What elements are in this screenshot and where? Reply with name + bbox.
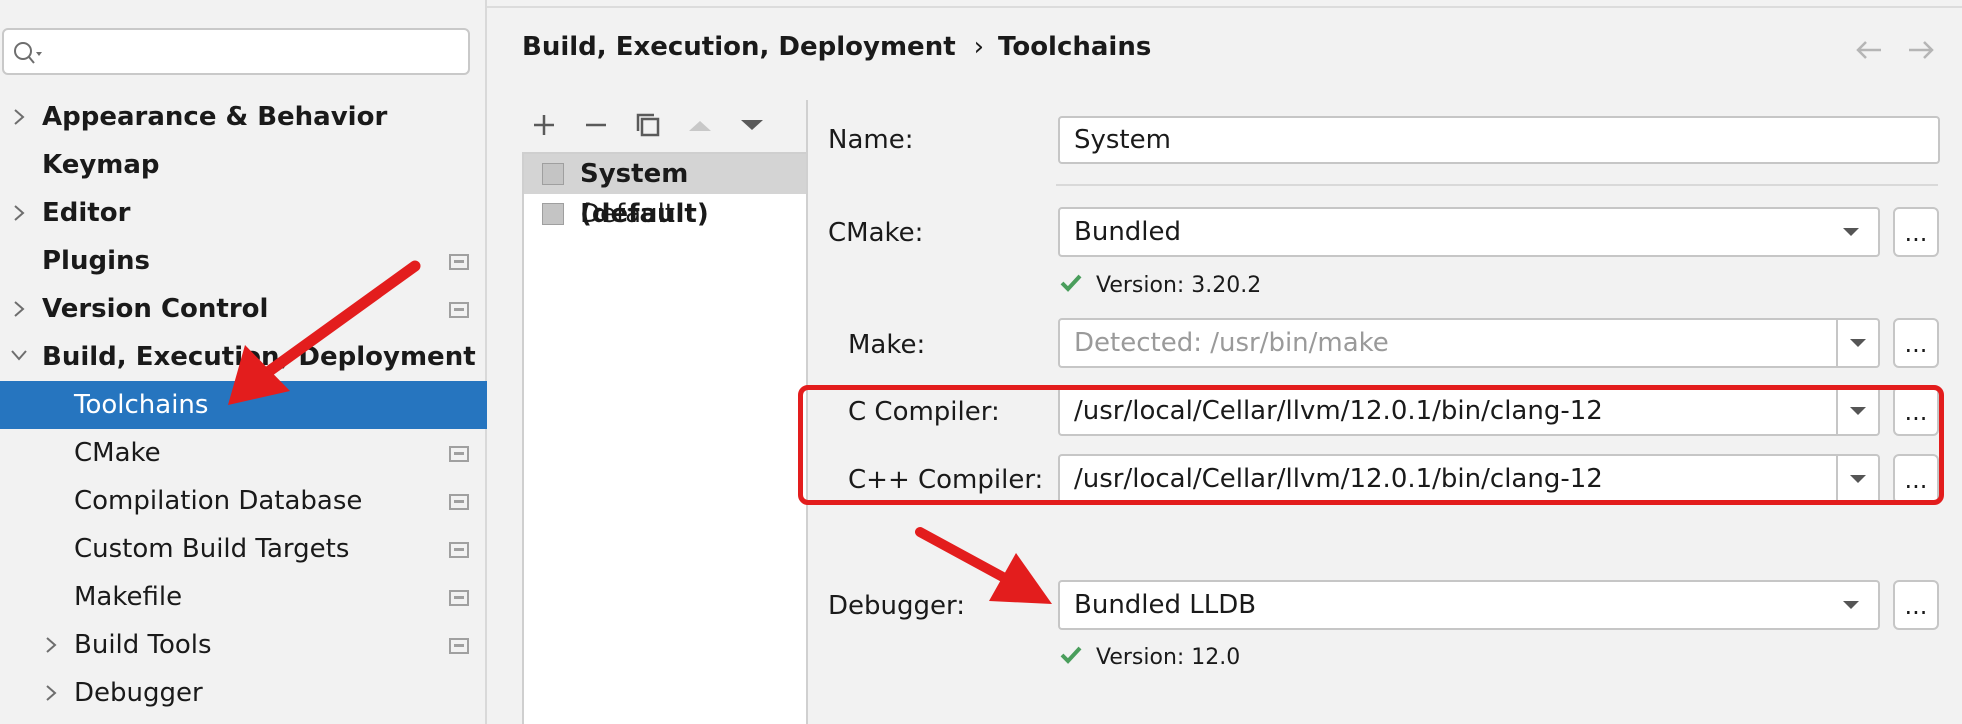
cmake-label: CMake: [828,218,924,248]
window-top-border [487,0,1962,8]
forward-arrow-icon[interactable] [1906,38,1936,62]
sidebar-item-version-control[interactable]: Version Control [0,285,487,333]
checkmark-icon [1060,646,1082,664]
remove-icon[interactable] [576,105,616,145]
chevron-down-icon [1824,209,1878,255]
chevron-down-icon [11,350,27,361]
make-browse-button[interactable]: ... [1893,318,1939,368]
move-up-icon[interactable] [680,105,720,145]
toolchain-icon [542,203,564,225]
sidebar-item-plugins[interactable]: Plugins [0,237,487,285]
make-field-placeholder: Detected: /usr/bin/make [1074,328,1389,358]
chevron-right-icon [14,205,25,221]
back-arrow-icon[interactable] [1854,38,1884,62]
project-settings-icon [449,590,469,606]
settings-search-input[interactable] [2,28,470,75]
sidebar-item-toolchains[interactable]: Toolchains [0,381,487,429]
sidebar-item-label: CMake [74,438,161,468]
sidebar-item-label: Keymap [42,150,160,180]
project-settings-icon [449,638,469,654]
cmake-version-text: Version: 3.20.2 [1096,273,1262,298]
sidebar-item-debugger[interactable]: Debugger [0,669,487,717]
checkmark-icon [1060,274,1082,292]
sidebar-item-keymap[interactable]: Keymap [0,141,487,189]
chevron-down-icon [1824,582,1878,628]
toolchain-item-default[interactable]: Default [524,194,807,234]
toolchain-item-label: Default [580,199,675,229]
separator-line [1056,184,1938,186]
search-icon [14,42,42,64]
copy-icon[interactable] [628,105,668,145]
project-settings-icon [449,494,469,510]
sidebar-item-label: Toolchains [74,390,209,420]
breadcrumb: Build, Execution, Deployment › Toolchains [522,32,1151,62]
chevron-down-icon[interactable] [1836,320,1878,366]
sidebar-item-label: Debugger [74,678,203,708]
sidebar-item-label: Plugins [42,246,150,276]
sidebar-item-build-tools[interactable]: Build Tools [0,621,487,669]
sidebar-item-compilation-database[interactable]: Compilation Database [0,477,487,525]
cmake-dropdown[interactable]: Bundled [1058,207,1880,257]
project-settings-icon [449,254,469,270]
debugger-browse-button[interactable]: ... [1893,580,1939,630]
chevron-right-icon [46,637,57,653]
toolchain-icon [542,163,564,185]
sidebar-item-editor[interactable]: Editor [0,189,487,237]
sidebar-item-label: Editor [42,198,131,228]
breadcrumb-separator: › [973,32,985,62]
project-settings-icon [449,542,469,558]
sidebar-item-label: Build Tools [74,630,212,660]
chevron-right-icon [14,109,25,125]
name-field[interactable]: System [1058,116,1940,164]
chevron-right-icon [46,685,57,701]
project-settings-icon [449,302,469,318]
toolchain-item-system[interactable]: System (default) [524,154,807,229]
sidebar-item-label: Version Control [42,294,269,324]
debugger-dropdown[interactable]: Bundled LLDB [1058,580,1880,630]
cmake-dropdown-value: Bundled [1074,217,1182,247]
project-settings-icon [449,446,469,462]
sidebar-item-build-execution-deployment[interactable]: Build, Execution, Deployment [0,333,487,381]
sidebar-item-label: Build, Execution, Deployment [42,342,476,372]
add-icon[interactable] [524,105,564,145]
make-field[interactable]: Detected: /usr/bin/make [1058,318,1880,368]
name-label: Name: [828,125,914,155]
cmake-browse-button[interactable]: ... [1893,207,1939,257]
make-label: Make: [848,330,926,360]
settings-sidebar: Appearance & Behavior Keymap Editor Plug… [0,0,487,724]
breadcrumb-current: Toolchains [998,32,1152,62]
sidebar-item-label: Appearance & Behavior [42,102,388,132]
sidebar-item-appearance-behavior[interactable]: Appearance & Behavior [0,93,487,141]
debugger-version-text: Version: 12.0 [1096,645,1241,670]
debugger-dropdown-value: Bundled LLDB [1074,590,1257,620]
compiler-highlight-box [798,385,1944,505]
breadcrumb-parent[interactable]: Build, Execution, Deployment [522,32,956,62]
move-down-icon[interactable] [732,105,772,145]
sidebar-item-custom-build-targets[interactable]: Custom Build Targets [0,525,487,573]
sidebar-item-cmake[interactable]: CMake [0,429,487,477]
sidebar-item-label: Makefile [74,582,183,612]
sidebar-item-makefile[interactable]: Makefile [0,573,487,621]
debugger-label: Debugger: [828,591,965,621]
sidebar-item-label: Custom Build Targets [74,534,350,564]
sidebar-item-label: Compilation Database [74,486,363,516]
name-field-value: System [1074,125,1171,155]
chevron-right-icon [14,301,25,317]
toolchains-list: System (default) Default [522,152,807,724]
